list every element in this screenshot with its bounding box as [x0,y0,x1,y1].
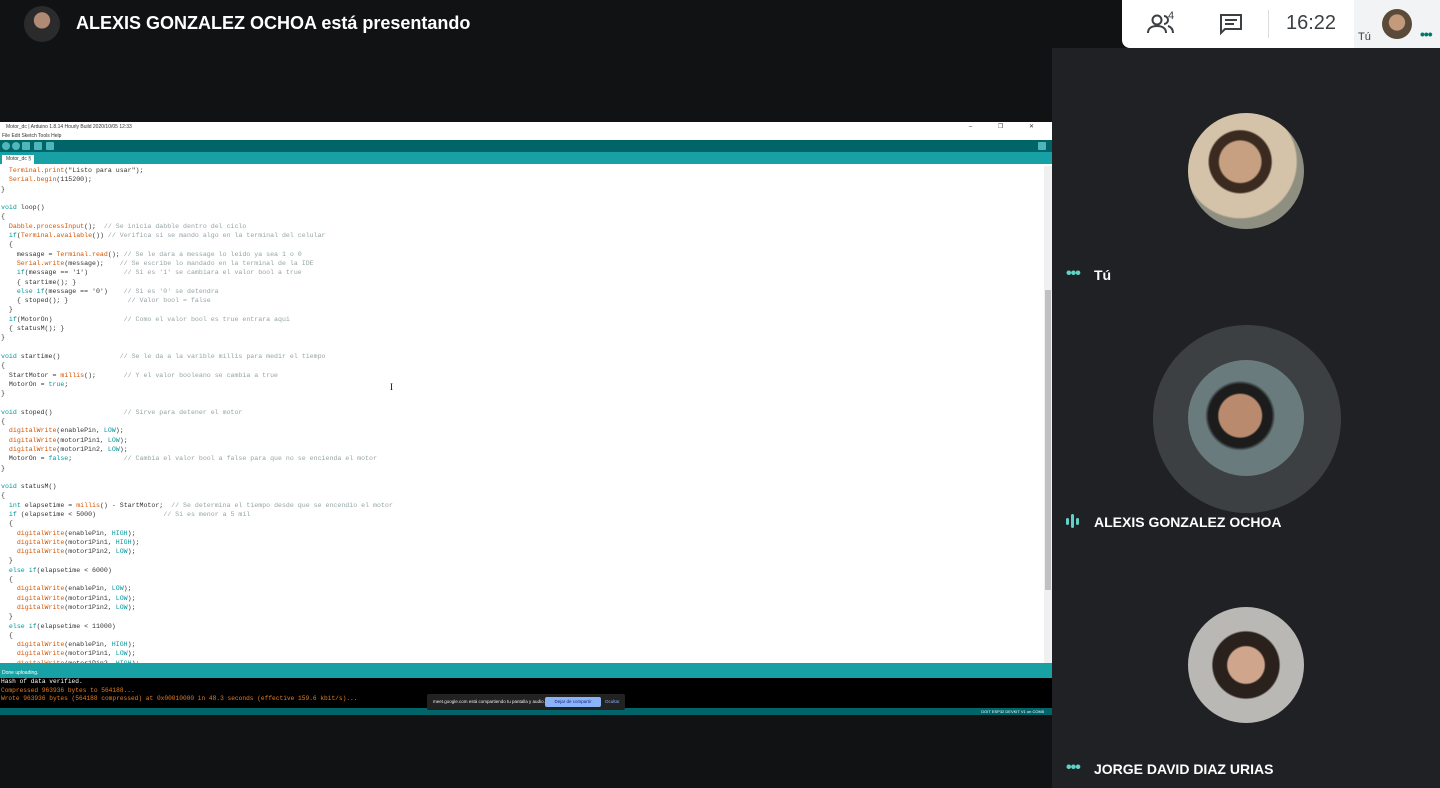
participant-name: ALEXIS GONZALEZ OCHOA [1094,514,1282,530]
chat-icon[interactable] [1218,12,1244,36]
audio-level-icon [1066,514,1082,528]
shared-screen: Motor_dc | Arduino 1.8.14 Hourly Build 2… [0,122,1052,715]
console-line: Hash of data verified. [1,678,83,685]
save-icon [46,142,54,150]
ide-window-title: Motor_dc | Arduino 1.8.14 Hourly Build 2… [0,122,1052,132]
hide-button[interactable]: Ocultar [605,699,620,704]
ide-toolbar [0,140,1052,152]
scroll-thumb [1045,290,1051,590]
more-dots-icon[interactable]: ••• [1420,26,1433,42]
tab-motor-dc: Motor_dc § [2,155,34,164]
window-controls: – ❐ ✕ [968,124,1046,130]
self-label: Tú [1358,31,1371,43]
top-bar: ALEXIS GONZALEZ OCHOA está presentando [0,0,1052,48]
self-avatar [1382,9,1412,39]
ide-tab-bar: Motor_dc § [0,152,1052,164]
upload-icon [12,142,20,150]
ide-title-text: Motor_dc | Arduino 1.8.14 Hourly Build 2… [6,124,132,130]
ide-menu-bar: File Edit Sketch Tools Help [2,133,62,139]
presenting-title: ALEXIS GONZALEZ OCHOA está presentando [76,13,471,33]
presenter-avatar [24,6,60,42]
participant-name: JORGE DAVID DIAZ URIAS [1094,761,1274,777]
board-info: DOIT ESP32 DEVKIT V1 on COM5 [981,709,1044,714]
clock: 16:22 [1286,12,1337,34]
ide-status-bar: Done uploading. [0,663,1052,678]
participant-name: Tú [1094,267,1112,283]
avatar-self [1188,113,1304,229]
code-editor: Terminal.print("Listo para usar"); Seria… [1,167,393,663]
meeting-info-bar: 4 16:22 Tú ••• [1122,0,1440,48]
stop-sharing-button[interactable]: Dejar de compartir [545,697,601,707]
self-view[interactable]: Tú ••• [1354,0,1440,48]
serial-monitor-icon [1038,142,1046,150]
verify-icon [2,142,10,150]
open-icon [34,142,42,150]
editor-scrollbar [1044,166,1052,663]
avatar-jorge [1188,607,1304,723]
divider [1268,10,1269,38]
people-icon[interactable] [1144,11,1180,37]
screen-share-notice: meet.google.com está compartiendo tu pan… [427,694,625,710]
participants-panel: ••• Tú ALEXIS GONZALEZ OCHOA ••• JORGE D… [1052,48,1440,788]
text-cursor-icon: I [390,382,393,392]
participant-count: 4 [1168,10,1175,22]
new-icon [22,142,30,150]
more-dots-icon: ••• [1066,759,1081,776]
more-dots-icon: ••• [1066,265,1081,282]
share-notice-text: meet.google.com está compartiendo tu pan… [433,699,545,704]
avatar-alexis [1188,360,1304,476]
